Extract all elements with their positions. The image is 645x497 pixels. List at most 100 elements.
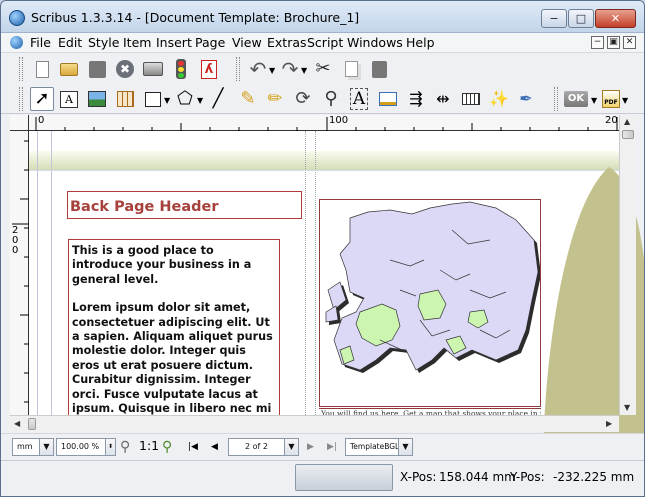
close-document-button[interactable]: ✖ (113, 57, 137, 81)
menu-view[interactable]: View (232, 35, 262, 50)
menu-file[interactable]: File (30, 35, 51, 50)
magnifier-icon: ⚲ (324, 88, 338, 109)
redo-dropdown-icon[interactable]: ▼ (301, 66, 307, 75)
zoom-in-button[interactable]: ⚲ (162, 439, 172, 455)
shape-button[interactable] (141, 87, 165, 111)
menu-style[interactable]: Style (88, 35, 119, 50)
undo-dropdown-icon[interactable]: ▼ (269, 66, 275, 75)
europe-map-image-frame[interactable] (319, 199, 541, 407)
menu-edit[interactable]: Edit (58, 35, 82, 50)
last-page-button[interactable]: ▶| (327, 442, 337, 452)
column-guide (305, 131, 306, 415)
europe-map-image (325, 201, 540, 373)
menu-insert[interactable]: Insert (156, 35, 192, 50)
layer-select[interactable]: TemplateBGL ▼ (345, 438, 413, 456)
story-editor-button[interactable] (376, 87, 400, 111)
pdf-tools-button[interactable]: PDF (599, 87, 623, 111)
menu-item[interactable]: Item (123, 35, 151, 50)
menu-windows[interactable]: Windows (347, 35, 403, 50)
text-frame-button[interactable]: A (57, 87, 81, 111)
unit-select[interactable]: mm ▼ (12, 438, 54, 456)
toolbar-grip[interactable] (19, 57, 23, 81)
edit-text-button[interactable]: A (347, 87, 371, 111)
measure-button[interactable] (459, 87, 483, 111)
body-text-frame[interactable]: This is a good place to introduce your b… (68, 239, 280, 419)
previous-page-button[interactable]: ◀ (211, 442, 218, 452)
ruler-label-100: 100 (329, 115, 349, 126)
copy-button[interactable] (339, 57, 363, 81)
scribus-app-icon (9, 10, 25, 26)
line-button[interactable]: ╱ (206, 87, 230, 111)
export-pdf-button[interactable]: ʎ (197, 57, 221, 81)
new-document-button[interactable] (30, 57, 54, 81)
vertical-scrollbar[interactable]: ▲ ▼ (619, 115, 636, 415)
table-button[interactable] (113, 87, 137, 111)
margin-guide (51, 131, 52, 415)
polygon-dropdown-icon[interactable]: ▼ (197, 96, 203, 105)
open-button[interactable] (57, 57, 81, 81)
toolbar-grip[interactable] (236, 57, 240, 81)
mdi-restore-button[interactable]: ▣ (607, 36, 620, 49)
scroll-down-icon[interactable]: ▼ (624, 403, 630, 412)
paste-button[interactable] (367, 57, 391, 81)
eyedropper-button[interactable]: ✒ (514, 87, 538, 111)
unlink-frames-icon: ⇹ (436, 89, 450, 108)
zoom-button[interactable]: ⚲ (319, 87, 343, 111)
copy-properties-button[interactable]: ✨ (487, 87, 511, 111)
ruler-icon (462, 93, 480, 105)
horizontal-scrollbar[interactable]: ◀ ▶ (10, 415, 619, 432)
document-menu-icon[interactable] (10, 36, 23, 49)
minimize-button[interactable]: − (541, 9, 567, 28)
ok-button[interactable]: OK (563, 87, 589, 111)
pdf-tools-dropdown-icon[interactable]: ▼ (622, 96, 628, 105)
select-item-button[interactable]: ➚ (30, 87, 54, 111)
image-frame-button[interactable] (85, 87, 109, 111)
progress-bar (295, 464, 393, 491)
unlink-frames-button[interactable]: ⇹ (431, 87, 455, 111)
maximize-button[interactable]: □ (568, 9, 594, 28)
bezier-button[interactable]: ✎ (236, 87, 260, 111)
menu-extras[interactable]: Extras (267, 35, 307, 50)
menu-page[interactable]: Page (195, 35, 225, 50)
mdi-minimize-button[interactable]: − (591, 36, 604, 49)
chevron-down-icon: ▼ (398, 439, 412, 455)
horizontal-scroll-thumb[interactable] (28, 418, 36, 430)
vertical-ruler[interactable]: 200 (10, 131, 29, 415)
toolbar-grip[interactable] (19, 87, 23, 111)
baseline-guide (29, 170, 619, 171)
menu-help[interactable]: Help (406, 35, 435, 50)
freehand-button[interactable]: ✏ (263, 87, 287, 111)
link-frames-button[interactable]: ⇶ (404, 87, 428, 111)
zoom-actual-size-button[interactable]: 1:1 (139, 438, 159, 453)
ok-dropdown-icon[interactable]: ▼ (591, 96, 597, 105)
vertical-scroll-thumb[interactable] (622, 130, 634, 139)
window-title: Scribus 1.3.3.14 - [Document Template: B… (31, 10, 360, 25)
save-button[interactable] (85, 57, 109, 81)
scroll-right-icon[interactable]: ▶ (606, 419, 612, 428)
next-page-button[interactable]: ▶ (307, 442, 314, 452)
ruler-origin-corner[interactable] (10, 115, 29, 131)
mdi-close-button[interactable]: ✕ (623, 36, 636, 49)
scroll-left-icon[interactable]: ◀ (14, 419, 20, 428)
scroll-up-icon[interactable]: ▲ (624, 117, 630, 126)
close-button[interactable]: ✕ (595, 9, 636, 28)
shape-dropdown-icon[interactable]: ▼ (164, 96, 170, 105)
zoom-input[interactable]: 100.00 % ⬍ (56, 438, 116, 456)
toolbar-grip[interactable] (554, 87, 558, 111)
chevron-down-icon: ▼ (284, 439, 298, 455)
cut-button[interactable]: ✂ (311, 57, 335, 81)
print-button[interactable] (141, 57, 165, 81)
preflight-button[interactable] (169, 57, 193, 81)
undo-button[interactable]: ↶ (246, 57, 270, 81)
horizontal-ruler[interactable]: 0 100 20 (29, 115, 626, 131)
rotate-button[interactable]: ⟳ (291, 87, 315, 111)
redo-button[interactable]: ↷ (278, 57, 302, 81)
back-page-header: Back Page Header (70, 199, 219, 215)
document-canvas[interactable]: Back Page Header This is a good place to… (29, 131, 644, 467)
page-select[interactable]: 2 of 2 ▼ (228, 438, 299, 456)
menu-script[interactable]: Script (307, 35, 343, 50)
polygon-button[interactable]: ⬠ (173, 87, 197, 111)
first-page-button[interactable]: |◀ (188, 442, 198, 452)
zoom-out-button[interactable]: ⚲ (120, 439, 130, 455)
header-text-frame[interactable]: Back Page Header (67, 191, 302, 219)
